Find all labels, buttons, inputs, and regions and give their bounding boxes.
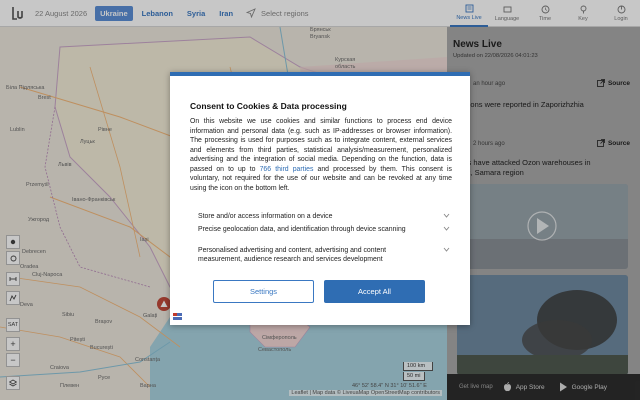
purpose-item[interactable]: Precise geolocation data, and identifica… <box>198 226 450 235</box>
purpose-label: Precise geolocation data, and identifica… <box>198 226 406 233</box>
consent-body: On this website we use cookies and simil… <box>190 117 452 193</box>
accept-all-button[interactable]: Accept All <box>324 280 425 303</box>
chevron-down-icon <box>443 213 450 218</box>
purpose-item[interactable]: Store and/or access information on a dev… <box>198 213 450 222</box>
chevron-down-icon <box>443 247 450 252</box>
flag-icon <box>173 313 182 320</box>
consent-body-text: On this website we use cookies and simil… <box>190 118 452 173</box>
settings-button[interactable]: Settings <box>213 280 314 303</box>
purpose-label: Store and/or access information on a dev… <box>198 213 333 220</box>
cookie-settings-icon[interactable] <box>173 313 182 320</box>
purpose-label: Personalised advertising and content, ad… <box>198 247 387 263</box>
purpose-item[interactable]: Personalised advertising and content, ad… <box>198 247 450 264</box>
chevron-down-icon <box>443 226 450 231</box>
consent-title: Consent to Cookies & Data processing <box>190 101 347 111</box>
cookie-consent-dialog: Consent to Cookies & Data processing On … <box>170 72 470 325</box>
third-parties-link[interactable]: 766 third parties <box>260 166 314 173</box>
